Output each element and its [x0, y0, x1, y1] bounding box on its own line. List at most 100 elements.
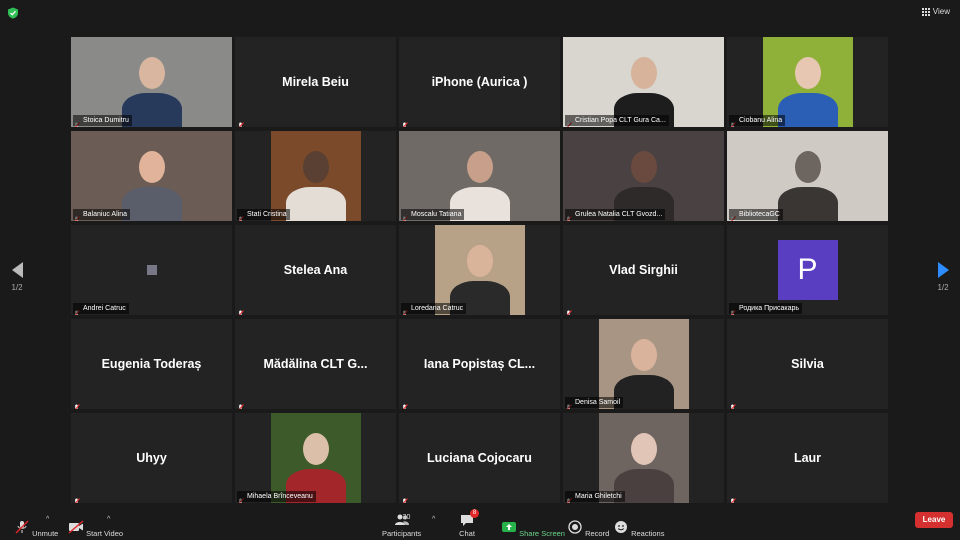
participant-name: Silvia: [791, 357, 824, 371]
participant-video: [598, 413, 689, 503]
page-indicator-right: 1/2: [937, 283, 949, 292]
mic-muted-icon: [565, 305, 572, 315]
participant-tile[interactable]: Mihaela Brînceveanu: [235, 413, 396, 503]
video-options-caret[interactable]: ^: [107, 516, 110, 523]
reactions-button[interactable]: Reactions: [613, 520, 664, 538]
participant-label: Родика Присакарь: [729, 303, 803, 314]
share-screen-label: Share Screen: [519, 529, 565, 538]
participant-video: [563, 131, 724, 221]
participant-body: [285, 187, 346, 221]
participants-options-caret[interactable]: ^: [432, 516, 435, 523]
participant-label: Ciobanu Alina: [729, 115, 786, 126]
participant-name: Luciana Cojocaru: [427, 451, 532, 465]
participant-tile[interactable]: Eugenia Toderaș: [71, 319, 232, 409]
participant-face: [630, 151, 657, 183]
participant-tile[interactable]: Laur: [727, 413, 888, 503]
leave-button[interactable]: Leave: [915, 512, 953, 528]
share-screen-button[interactable]: Share Screen: [501, 520, 565, 538]
participant-tile[interactable]: Uhyy: [71, 413, 232, 503]
security-shield-icon[interactable]: [7, 7, 19, 19]
participant-tile[interactable]: Andrei Catruc: [71, 225, 232, 315]
participant-tile[interactable]: iPhone (Aurica ): [399, 37, 560, 127]
view-button[interactable]: View: [918, 5, 954, 19]
participant-body: [777, 93, 838, 127]
record-button[interactable]: Record: [567, 520, 609, 538]
participant-name: Eugenia Toderaș: [101, 357, 202, 371]
reactions-label: Reactions: [631, 529, 665, 538]
participant-face: [302, 151, 329, 183]
participant-face: [630, 339, 657, 371]
unmute-button[interactable]: Unmute: [14, 520, 58, 538]
participant-name: Iana Popistaș CL...: [423, 357, 536, 371]
start-video-button[interactable]: Start Video: [68, 520, 123, 538]
participant-video: [71, 37, 232, 127]
participant-face: [630, 57, 657, 89]
share-screen-icon: [502, 522, 516, 532]
participant-label: Mihaela Brînceveanu: [237, 491, 316, 502]
participant-tile[interactable]: Silvia: [727, 319, 888, 409]
participant-video: [563, 37, 724, 127]
participant-face: [302, 433, 329, 465]
participant-body: [777, 187, 838, 221]
mic-muted-icon: [73, 399, 80, 409]
participant-face: [138, 151, 165, 183]
participant-tile[interactable]: BibliotecaGC: [727, 131, 888, 221]
participant-face: [466, 245, 493, 277]
participant-label: Balaniuc Alina: [73, 209, 130, 220]
video-off-icon: [68, 520, 84, 534]
participant-tile[interactable]: Vlad Sirghii: [563, 225, 724, 315]
chat-unread-badge: 8: [470, 509, 479, 518]
participant-face: [794, 151, 821, 183]
audio-options-caret[interactable]: ^: [46, 516, 49, 523]
participant-tile[interactable]: Cristian Popa CLT Gura Ca...: [563, 37, 724, 127]
record-label: Record: [585, 529, 610, 538]
avatar: P: [777, 240, 838, 300]
placeholder-square: [146, 265, 157, 275]
record-icon: [568, 520, 582, 534]
mic-muted-icon: [237, 305, 244, 315]
participant-tile[interactable]: Loredana Catruc: [399, 225, 560, 315]
mic-muted-icon: [401, 493, 408, 503]
mic-muted-icon: [237, 399, 244, 409]
participant-tile[interactable]: Grulea Natalia CLT Gvozd...: [563, 131, 724, 221]
participant-face: [794, 57, 821, 89]
grid-view-icon: [921, 8, 930, 16]
chat-button[interactable]: 8 Chat: [459, 509, 479, 538]
participant-label: Denisa Samoil: [565, 397, 624, 408]
participant-tile[interactable]: P Родика Присакарь: [727, 225, 888, 315]
participant-video: [598, 319, 689, 409]
participant-name: Stelea Ana: [283, 263, 348, 277]
participant-tile[interactable]: Maria Ghiletchi: [563, 413, 724, 503]
participant-tile[interactable]: Moscalu Tatiana: [399, 131, 560, 221]
participant-tile[interactable]: Stoica Dumitru: [71, 37, 232, 127]
participant-name: Vlad Sirghii: [609, 263, 678, 277]
participant-tile[interactable]: Balaniuc Alina: [71, 131, 232, 221]
previous-page-button[interactable]: 1/2: [5, 262, 29, 292]
mic-muted-icon: [237, 117, 244, 127]
participant-tile[interactable]: Iana Popistaș CL...: [399, 319, 560, 409]
participant-tile[interactable]: Stati Cristina: [235, 131, 396, 221]
participant-tile[interactable]: Ciobanu Alina: [727, 37, 888, 127]
mic-muted-icon: [73, 493, 80, 503]
participants-button[interactable]: 30 Participants: [382, 513, 421, 538]
participant-face: [138, 57, 165, 89]
participant-name: Laur: [793, 451, 822, 465]
meeting-toolbar: Unmute ^ Start Video ^ 30 Participants ^…: [0, 506, 960, 540]
participant-video: [270, 131, 361, 221]
participant-label: Stati Cristina: [237, 209, 290, 220]
participant-label: Grulea Natalia CLT Gvozd...: [565, 209, 666, 220]
mic-muted-icon: [15, 520, 29, 534]
participant-body: [121, 187, 182, 221]
participant-tile[interactable]: Stelea Ana: [235, 225, 396, 315]
chat-label: Chat: [459, 529, 475, 538]
next-page-button[interactable]: 1/2: [931, 262, 955, 292]
participant-tile[interactable]: Mirela Beiu: [235, 37, 396, 127]
participant-tile[interactable]: Mădălina CLT G...: [235, 319, 396, 409]
smiley-icon: [615, 521, 627, 533]
participant-video: [399, 131, 560, 221]
participant-tile[interactable]: Denisa Samoil: [563, 319, 724, 409]
participant-video: [762, 37, 853, 127]
mic-muted-icon: [401, 117, 408, 127]
participant-tile[interactable]: Luciana Cojocaru: [399, 413, 560, 503]
participant-name: iPhone (Aurica ): [431, 75, 528, 89]
